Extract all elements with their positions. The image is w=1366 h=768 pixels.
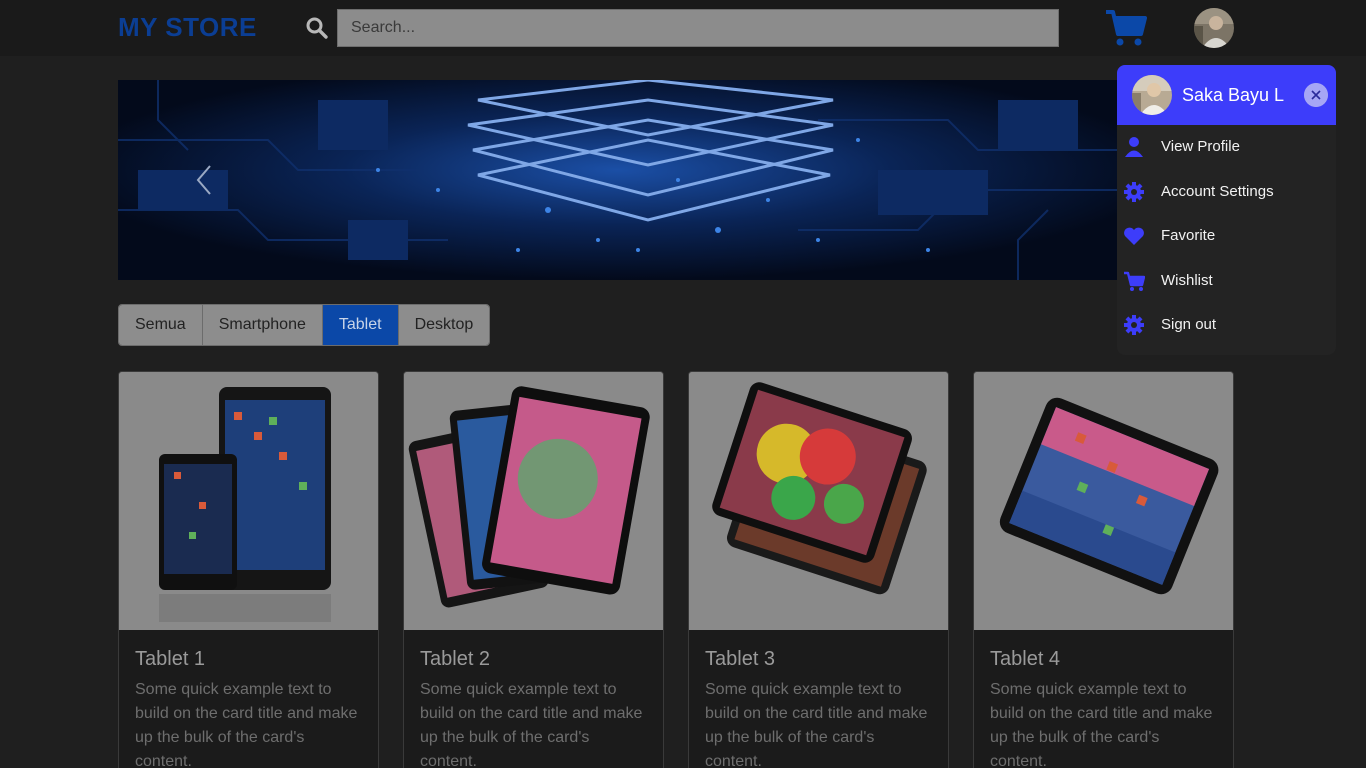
menu-item-view-profile[interactable]: View Profile — [1117, 127, 1336, 167]
product-image — [974, 372, 1233, 630]
user-avatar — [1132, 75, 1172, 115]
menu-item-favorite[interactable]: Favorite — [1117, 216, 1336, 256]
chevron-left-icon[interactable] — [190, 160, 220, 200]
close-icon[interactable] — [1304, 83, 1328, 107]
menu-item-label: Account Settings — [1161, 183, 1274, 200]
tab-semua[interactable]: Semua — [119, 305, 203, 345]
heart-icon — [1124, 227, 1144, 245]
tab-smartphone[interactable]: Smartphone — [202, 305, 323, 345]
navbar: MY STORE — [0, 0, 1366, 56]
search-input[interactable] — [337, 9, 1059, 47]
menu-item-label: Favorite — [1161, 227, 1216, 244]
product-card[interactable]: Tablet 4 Some quick example text to buil… — [973, 371, 1234, 768]
card-title: Tablet 2 — [420, 648, 491, 670]
user-menu-dropdown: Saka Bayu L View Profile Account Setting… — [1117, 65, 1336, 355]
brand-logo[interactable]: MY STORE — [118, 12, 257, 43]
product-image — [119, 372, 378, 630]
product-image — [689, 372, 948, 630]
card-title: Tablet 4 — [990, 648, 1061, 670]
product-image — [404, 372, 663, 630]
menu-item-label: Sign out — [1161, 316, 1217, 333]
menu-item-sign-out[interactable]: Sign out — [1117, 305, 1336, 345]
user-name: Saka Bayu L — [1182, 85, 1285, 105]
user-icon — [1125, 137, 1143, 157]
card-text: Some quick example text to build on the … — [135, 681, 358, 768]
hero-carousel — [118, 80, 1118, 280]
menu-item-label: View Profile — [1161, 138, 1240, 155]
search-icon[interactable] — [305, 16, 329, 40]
hero-image — [118, 80, 1118, 280]
gear-icon — [1124, 315, 1144, 335]
tab-desktop[interactable]: Desktop — [398, 305, 490, 345]
tab-tablet[interactable]: Tablet — [322, 305, 399, 345]
gear-icon — [1124, 182, 1144, 202]
card-title: Tablet 3 — [705, 648, 776, 670]
menu-item-account-settings[interactable]: Account Settings — [1117, 172, 1336, 212]
card-text: Some quick example text to build on the … — [420, 681, 643, 768]
menu-item-wishlist[interactable]: Wishlist — [1117, 261, 1336, 301]
product-card[interactable]: Tablet 3 Some quick example text to buil… — [688, 371, 949, 768]
category-tabs: Semua Smartphone Tablet Desktop — [118, 304, 491, 346]
product-card[interactable]: Tablet 2 Some quick example text to buil… — [403, 371, 664, 768]
card-text: Some quick example text to build on the … — [990, 681, 1213, 768]
product-card[interactable]: Tablet 1 Some quick example text to buil… — [118, 371, 379, 768]
cart-icon[interactable] — [1105, 8, 1147, 48]
card-text: Some quick example text to build on the … — [705, 681, 928, 768]
cart-icon — [1124, 271, 1145, 291]
user-menu-header: Saka Bayu L — [1117, 65, 1336, 125]
user-avatar[interactable] — [1194, 8, 1234, 48]
menu-item-label: Wishlist — [1161, 272, 1213, 289]
card-title: Tablet 1 — [135, 648, 206, 670]
